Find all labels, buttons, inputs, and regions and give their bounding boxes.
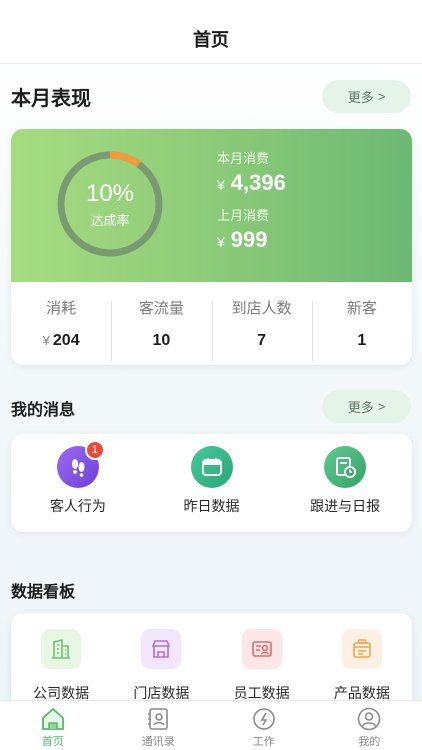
unread-badge: 1 bbox=[84, 440, 105, 460]
tab-work[interactable]: 工作 bbox=[211, 701, 317, 750]
achievement-percent: 10% bbox=[85, 179, 135, 207]
last-month-spend-value: 999 bbox=[230, 227, 268, 252]
report-clock-icon bbox=[324, 446, 367, 488]
board-item-label: 产品数据 bbox=[333, 685, 390, 700]
stat-consumption[interactable]: 消耗 ¥204 bbox=[11, 297, 111, 350]
currency-symbol: ¥ bbox=[217, 234, 225, 250]
stat-value: 10 bbox=[152, 332, 171, 349]
stat-new-customers[interactable]: 新客 1 bbox=[311, 297, 412, 361]
performance-section-header: 本月表现 更多 > bbox=[11, 79, 411, 113]
contacts-icon bbox=[148, 708, 169, 730]
stat-label: 到店人数 bbox=[231, 300, 292, 317]
board-item-label: 公司数据 bbox=[33, 685, 90, 700]
stat-value: 7 bbox=[257, 332, 267, 349]
work-icon bbox=[252, 708, 275, 730]
employee-card-icon bbox=[241, 629, 282, 669]
board-item-label: 门店数据 bbox=[133, 685, 190, 700]
home-icon bbox=[41, 707, 64, 730]
performance-more-button[interactable]: 更多 > bbox=[322, 79, 411, 113]
calendar-icon bbox=[190, 446, 233, 488]
messages-section-title: 我的消息 bbox=[11, 402, 76, 419]
messages-more-button[interactable]: 更多 > bbox=[322, 389, 411, 423]
message-item-label: 客人行为 bbox=[49, 498, 106, 514]
tab-profile[interactable]: 我的 bbox=[317, 701, 422, 750]
building-icon bbox=[41, 629, 82, 669]
stat-value: 204 bbox=[52, 332, 80, 349]
tab-label: 工作 bbox=[252, 736, 275, 748]
more-label: 更多 bbox=[347, 399, 374, 415]
tab-label: 我的 bbox=[358, 736, 381, 748]
last-month-spend: 上月消费 ¥ 999 bbox=[217, 205, 269, 253]
this-month-spend-label: 本月消费 bbox=[217, 151, 270, 166]
message-item-guest-behavior[interactable]: 1 客人行为 bbox=[11, 434, 145, 532]
stat-visitors[interactable]: 到店人数 7 bbox=[211, 297, 312, 361]
performance-section-title: 本月表现 bbox=[11, 87, 91, 110]
board-section-header: 数据看板 bbox=[11, 576, 411, 604]
bottom-tab-bar: 首页 通讯录 工作 我的 bbox=[0, 700, 422, 750]
footprints-icon: 1 bbox=[56, 440, 105, 488]
top-navigation-bar: 首页 bbox=[0, 0, 422, 64]
performance-card[interactable]: 10% 达成率 本月消费 ¥ 4,396 上月消费 ¥ 999 消耗 ¥ 204… bbox=[11, 129, 412, 365]
tab-home[interactable]: 首页 bbox=[0, 701, 106, 750]
message-item-yesterday-data[interactable]: 昨日数据 bbox=[145, 434, 279, 532]
messages-section-header: 我的消息 更多 > bbox=[11, 389, 411, 423]
stat-label: 新客 bbox=[346, 300, 377, 317]
last-month-spend-label: 上月消费 bbox=[217, 208, 270, 223]
currency-symbol: ¥ bbox=[42, 333, 50, 348]
currency-symbol: ¥ bbox=[217, 177, 225, 193]
tab-label: 通讯录 bbox=[141, 736, 175, 748]
more-label: 更多 bbox=[347, 89, 374, 105]
this-month-spend-value: 4,396 bbox=[230, 170, 286, 195]
messages-card: 1 客人行为 昨日数据 跟进与日报 bbox=[11, 434, 412, 532]
performance-stats: 消耗 ¥204 客流量 10 到店人数 7 新客 1 bbox=[11, 282, 412, 365]
home-scroll-content[interactable]: 本月表现 更多 > 10% 达成率 本月消费 ¥ 4,396 上月消费 ¥ 99… bbox=[0, 64, 422, 700]
message-item-label: 昨日数据 bbox=[183, 498, 240, 514]
store-icon bbox=[141, 629, 182, 669]
stat-label: 客流量 bbox=[138, 300, 184, 317]
tab-contacts[interactable]: 通讯录 bbox=[106, 701, 212, 750]
profile-icon bbox=[357, 707, 381, 731]
message-item-followup-report[interactable]: 跟进与日报 bbox=[278, 434, 412, 532]
achievement-ring: 10% 达成率 bbox=[56, 150, 164, 258]
chevron-right-icon: > bbox=[377, 398, 386, 414]
product-box-icon bbox=[341, 629, 382, 669]
board-item-product[interactable]: 产品数据 bbox=[312, 613, 412, 700]
performance-summary: 10% 达成率 本月消费 ¥ 4,396 上月消费 ¥ 999 bbox=[11, 129, 412, 282]
board-item-employee[interactable]: 员工数据 bbox=[212, 613, 312, 700]
board-section-title: 数据看板 bbox=[11, 584, 76, 601]
stat-value: 1 bbox=[357, 332, 367, 349]
data-board-card: 公司数据 门店数据 员工数据 产品数据 bbox=[11, 613, 412, 700]
achievement-label: 达成率 bbox=[90, 212, 130, 228]
tab-label: 首页 bbox=[41, 736, 64, 748]
page-title: 首页 bbox=[193, 29, 229, 50]
stat-traffic[interactable]: 客流量 10 bbox=[111, 297, 211, 361]
message-item-label: 跟进与日报 bbox=[310, 498, 381, 514]
this-month-spend: 本月消费 ¥ 4,396 bbox=[217, 148, 286, 196]
board-item-company[interactable]: 公司数据 bbox=[11, 613, 111, 700]
board-item-label: 员工数据 bbox=[233, 685, 290, 700]
board-item-store[interactable]: 门店数据 bbox=[111, 613, 211, 700]
stat-label: 消耗 bbox=[46, 300, 77, 317]
chevron-right-icon: > bbox=[377, 88, 386, 104]
